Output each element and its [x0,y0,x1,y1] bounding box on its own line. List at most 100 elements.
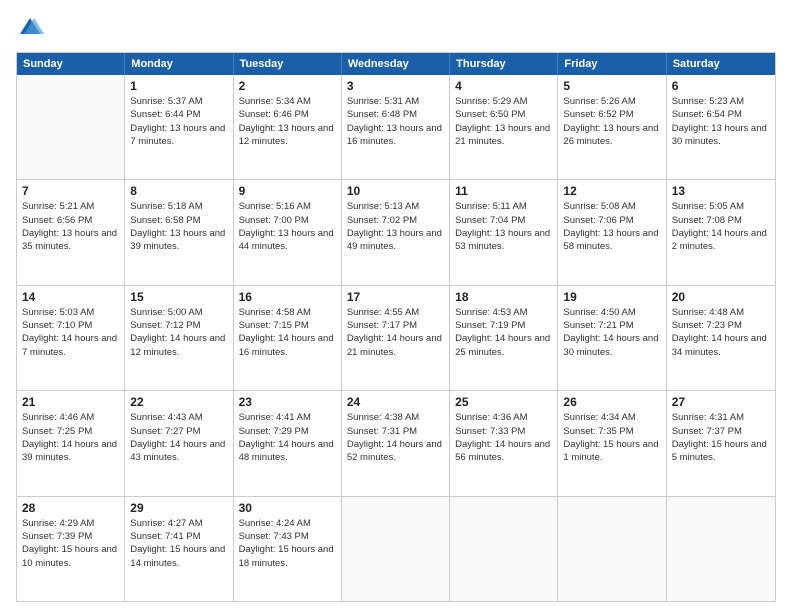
day-number: 17 [347,290,444,304]
calendar-cell-6: 6 Sunrise: 5:23 AMSunset: 6:54 PMDaylight… [667,75,775,179]
day-number: 30 [239,501,336,515]
cell-info: Sunrise: 4:53 AMSunset: 7:19 PMDaylight:… [455,306,552,359]
day-number: 26 [563,395,660,409]
cell-info: Sunrise: 5:13 AMSunset: 7:02 PMDaylight:… [347,200,444,253]
logo-icon [16,14,44,42]
calendar-row-4: 28 Sunrise: 4:29 AMSunset: 7:39 PMDayligh… [17,496,775,601]
day-number: 12 [563,184,660,198]
calendar-cell-19: 19 Sunrise: 4:50 AMSunset: 7:21 PMDayligh… [558,286,666,390]
calendar-cell-22: 22Sunrise: 4:43 AMSunset: 7:27 PMDayligh… [125,391,233,495]
day-number: 18 [455,290,552,304]
cell-info: Sunrise: 4:46 AMSunset: 7:25 PMDaylight:… [22,411,119,464]
cell-info: Sunrise: 5:18 AMSunset: 6:58 PMDaylight:… [130,200,227,253]
cell-info: Sunrise: 5:34 AMSunset: 6:46 PMDaylight:… [239,95,336,148]
day-number: 15 [130,290,227,304]
day-number: 16 [239,290,336,304]
cell-info: Sunrise: 4:55 AMSunset: 7:17 PMDaylight:… [347,306,444,359]
calendar-cell-29: 29 Sunrise: 4:27 AMSunset: 7:41 PMDayligh… [125,497,233,601]
cell-info: Sunrise: 5:11 AMSunset: 7:04 PMDaylight:… [455,200,552,253]
calendar-cell-21: 21 Sunrise: 4:46 AMSunset: 7:25 PMDayligh… [17,391,125,495]
calendar-cell-7: 7 Sunrise: 5:21 AMSunset: 6:56 PMDaylight… [17,180,125,284]
calendar-cell-26: 26 Sunrise: 4:34 AMSunset: 7:35 PMDayligh… [558,391,666,495]
calendar-cell-empty-0-0 [17,75,125,179]
header-day-tuesday: Tuesday [234,53,342,75]
header-day-sunday: Sunday [17,53,125,75]
calendar-cell-16: 16 Sunrise: 4:58 AMSunset: 7:15 PMDayligh… [234,286,342,390]
day-number: 2 [239,79,336,93]
calendar-cell-empty-4-4 [450,497,558,601]
calendar-header: SundayMondayTuesdayWednesdayThursdayFrid… [17,53,775,75]
cell-info: Sunrise: 5:26 AMSunset: 6:52 PMDaylight:… [563,95,660,148]
cell-info: Sunrise: 4:34 AMSunset: 7:35 PMDaylight:… [563,411,660,464]
calendar-cell-20: 20 Sunrise: 4:48 AMSunset: 7:23 PMDayligh… [667,286,775,390]
calendar-cell-14: 14Sunrise: 5:03 AMSunset: 7:10 PMDayligh… [17,286,125,390]
header [16,14,776,42]
day-number: 27 [672,395,770,409]
calendar-body: 1Sunrise: 5:37 AMSunset: 6:44 PMDaylight… [17,75,775,601]
calendar-row-3: 21 Sunrise: 4:46 AMSunset: 7:25 PMDayligh… [17,390,775,495]
calendar-cell-empty-4-5 [558,497,666,601]
calendar-cell-27: 27Sunrise: 4:31 AMSunset: 7:37 PMDayligh… [667,391,775,495]
day-number: 9 [239,184,336,198]
day-number: 25 [455,395,552,409]
calendar-cell-10: 10Sunrise: 5:13 AMSunset: 7:02 PMDayligh… [342,180,450,284]
calendar-cell-2: 2 Sunrise: 5:34 AMSunset: 6:46 PMDaylight… [234,75,342,179]
day-number: 4 [455,79,552,93]
header-day-friday: Friday [558,53,666,75]
calendar-cell-4: 4 Sunrise: 5:29 AMSunset: 6:50 PMDaylight… [450,75,558,179]
day-number: 28 [22,501,119,515]
cell-info: Sunrise: 4:41 AMSunset: 7:29 PMDaylight:… [239,411,336,464]
cell-info: Sunrise: 5:05 AMSunset: 7:08 PMDaylight:… [672,200,770,253]
cell-info: Sunrise: 4:38 AMSunset: 7:31 PMDaylight:… [347,411,444,464]
calendar-cell-9: 9 Sunrise: 5:16 AMSunset: 7:00 PMDaylight… [234,180,342,284]
calendar-cell-28: 28 Sunrise: 4:29 AMSunset: 7:39 PMDayligh… [17,497,125,601]
cell-info: Sunrise: 5:03 AMSunset: 7:10 PMDaylight:… [22,306,119,359]
day-number: 13 [672,184,770,198]
calendar-cell-empty-4-6 [667,497,775,601]
cell-info: Sunrise: 4:43 AMSunset: 7:27 PMDaylight:… [130,411,227,464]
cell-info: Sunrise: 4:50 AMSunset: 7:21 PMDaylight:… [563,306,660,359]
cell-info: Sunrise: 5:00 AMSunset: 7:12 PMDaylight:… [130,306,227,359]
cell-info: Sunrise: 5:29 AMSunset: 6:50 PMDaylight:… [455,95,552,148]
logo [16,14,48,42]
calendar-cell-3: 3Sunrise: 5:31 AMSunset: 6:48 PMDaylight… [342,75,450,179]
calendar-cell-15: 15 Sunrise: 5:00 AMSunset: 7:12 PMDayligh… [125,286,233,390]
calendar-cell-25: 25 Sunrise: 4:36 AMSunset: 7:33 PMDayligh… [450,391,558,495]
day-number: 24 [347,395,444,409]
day-number: 20 [672,290,770,304]
header-day-thursday: Thursday [450,53,558,75]
day-number: 6 [672,79,770,93]
calendar: SundayMondayTuesdayWednesdayThursdayFrid… [16,52,776,602]
calendar-cell-1: 1Sunrise: 5:37 AMSunset: 6:44 PMDaylight… [125,75,233,179]
header-day-wednesday: Wednesday [342,53,450,75]
day-number: 29 [130,501,227,515]
calendar-cell-23: 23 Sunrise: 4:41 AMSunset: 7:29 PMDayligh… [234,391,342,495]
calendar-row-2: 14Sunrise: 5:03 AMSunset: 7:10 PMDayligh… [17,285,775,390]
cell-info: Sunrise: 5:16 AMSunset: 7:00 PMDaylight:… [239,200,336,253]
cell-info: Sunrise: 4:48 AMSunset: 7:23 PMDaylight:… [672,306,770,359]
day-number: 5 [563,79,660,93]
day-number: 21 [22,395,119,409]
cell-info: Sunrise: 4:58 AMSunset: 7:15 PMDaylight:… [239,306,336,359]
cell-info: Sunrise: 5:21 AMSunset: 6:56 PMDaylight:… [22,200,119,253]
calendar-cell-30: 30 Sunrise: 4:24 AMSunset: 7:43 PMDayligh… [234,497,342,601]
cell-info: Sunrise: 4:24 AMSunset: 7:43 PMDaylight:… [239,517,336,570]
header-day-monday: Monday [125,53,233,75]
calendar-cell-8: 8 Sunrise: 5:18 AMSunset: 6:58 PMDaylight… [125,180,233,284]
cell-info: Sunrise: 5:37 AMSunset: 6:44 PMDaylight:… [130,95,227,148]
cell-info: Sunrise: 4:27 AMSunset: 7:41 PMDaylight:… [130,517,227,570]
cell-info: Sunrise: 4:36 AMSunset: 7:33 PMDaylight:… [455,411,552,464]
day-number: 8 [130,184,227,198]
calendar-cell-empty-4-3 [342,497,450,601]
day-number: 3 [347,79,444,93]
day-number: 19 [563,290,660,304]
calendar-row-1: 7 Sunrise: 5:21 AMSunset: 6:56 PMDaylight… [17,179,775,284]
calendar-cell-18: 18 Sunrise: 4:53 AMSunset: 7:19 PMDayligh… [450,286,558,390]
header-day-saturday: Saturday [667,53,775,75]
calendar-cell-11: 11Sunrise: 5:11 AMSunset: 7:04 PMDayligh… [450,180,558,284]
day-number: 23 [239,395,336,409]
cell-info: Sunrise: 5:23 AMSunset: 6:54 PMDaylight:… [672,95,770,148]
calendar-cell-12: 12Sunrise: 5:08 AMSunset: 7:06 PMDayligh… [558,180,666,284]
day-number: 7 [22,184,119,198]
cell-info: Sunrise: 4:29 AMSunset: 7:39 PMDaylight:… [22,517,119,570]
